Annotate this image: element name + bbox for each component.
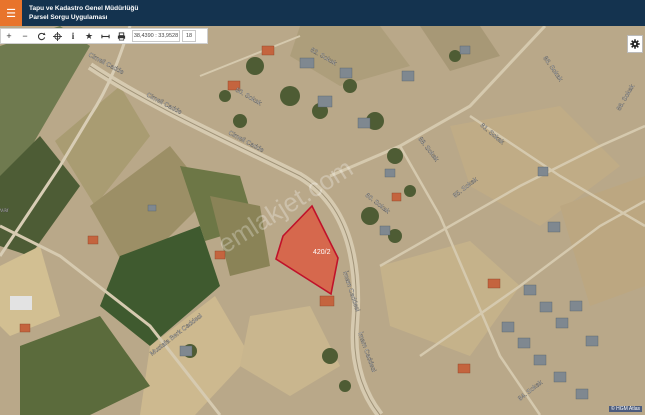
zoom-level: 18 <box>182 30 196 42</box>
crosshair-icon <box>52 31 62 41</box>
measure-icon <box>100 34 110 38</box>
header-titles: Tapu ve Kadastro Genel Müdürlüğü Parsel … <box>29 4 138 22</box>
zoom-out-button[interactable]: − <box>17 29 33 43</box>
app-header: ☰ Tapu ve Kadastro Genel Müdürlüğü Parse… <box>0 0 645 26</box>
refresh-button[interactable] <box>33 29 49 43</box>
map-toolbar: + − i ★ 38,4390 : 33,9528 18 <box>0 28 208 44</box>
street-label: var <box>0 207 10 214</box>
menu-button[interactable]: ☰ <box>0 0 22 26</box>
info-icon: i <box>71 31 75 41</box>
map-view[interactable]: 420/2 Cimeli Cadde Cimeli Cadde Cimeli C… <box>0 26 645 415</box>
parcel-label: 420/2 <box>313 249 331 256</box>
app-subtitle: Parsel Sorgu Uygulaması <box>29 14 108 21</box>
coordinate-readout: 38,4390 : 33,9528 <box>132 30 180 42</box>
parcel-query-app: 420/2 Cimeli Cadde Cimeli Cadde Cimeli C… <box>0 0 645 415</box>
settings-button[interactable] <box>627 35 643 53</box>
star-icon: ★ <box>84 30 94 41</box>
info-button[interactable]: i <box>65 29 81 43</box>
hamburger-icon: ☰ <box>6 7 16 20</box>
minus-icon: − <box>22 31 28 41</box>
zoom-in-button[interactable]: + <box>1 29 17 43</box>
app-title: Tapu ve Kadastro Genel Müdürlüğü <box>29 5 139 12</box>
plus-icon: + <box>6 31 12 41</box>
map-attribution: © HGM Atlas <box>609 406 642 412</box>
favorite-button[interactable]: ★ <box>81 29 97 43</box>
measure-button[interactable] <box>97 29 113 43</box>
print-button[interactable] <box>113 29 129 43</box>
print-icon <box>117 31 125 40</box>
refresh-icon <box>37 31 46 40</box>
gear-icon <box>630 39 640 49</box>
locate-button[interactable] <box>49 29 65 43</box>
